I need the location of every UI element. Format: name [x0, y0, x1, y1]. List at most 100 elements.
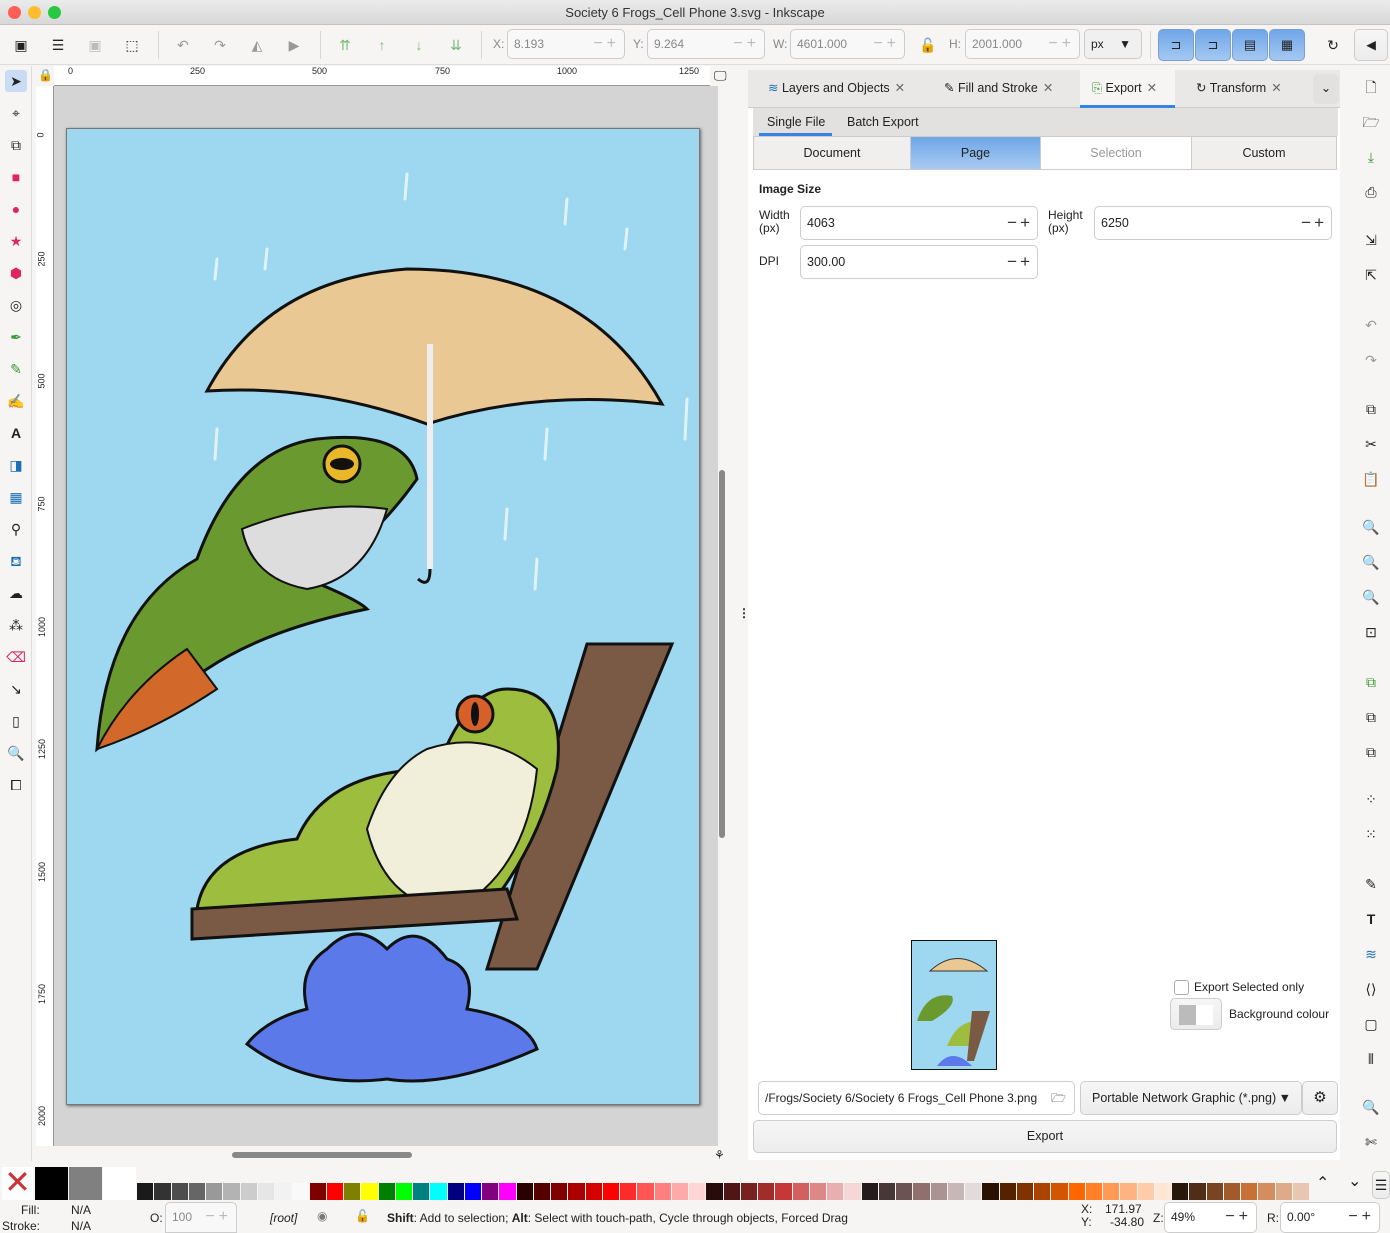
raise-icon[interactable]: ↑	[371, 34, 393, 56]
color-swatch[interactable]	[240, 1183, 257, 1200]
color-swatch[interactable]	[878, 1183, 895, 1200]
color-swatch[interactable]	[378, 1183, 395, 1200]
scale-corners-button[interactable]: ⊐	[1195, 29, 1231, 61]
tab-fill-and-stroke[interactable]: ✎ Fill and Stroke ✕	[944, 80, 1053, 95]
display-mode-icon[interactable]: 🖵	[714, 68, 727, 84]
node-tool-icon[interactable]: ⌖	[5, 102, 27, 124]
zoom-drawing-icon[interactable]: 🔍	[1360, 551, 1382, 573]
y-field[interactable]: 9.264 −+	[647, 29, 765, 59]
color-swatch[interactable]	[430, 1183, 447, 1200]
color-swatch[interactable]	[620, 1183, 637, 1200]
clone-icon[interactable]: ⧉	[1360, 706, 1382, 728]
spray-tool-icon[interactable]: ⁂	[5, 614, 27, 636]
ellipse-tool-icon[interactable]: ●	[5, 198, 27, 220]
rectangle-tool-icon[interactable]: ■	[5, 166, 27, 188]
area-page-button[interactable]: Page	[911, 137, 1041, 169]
duplicate-icon[interactable]: ⧉	[1360, 671, 1382, 693]
color-swatch[interactable]	[1068, 1183, 1085, 1200]
color-swatch[interactable]	[1085, 1183, 1102, 1200]
color-swatch[interactable]	[723, 1183, 740, 1200]
zoom-page-width-icon[interactable]: ⊡	[1360, 621, 1382, 643]
shape-builder-icon[interactable]: ⧉	[5, 134, 27, 156]
group-icon[interactable]: ⁘	[1360, 788, 1382, 810]
xml-editor-icon[interactable]: ⟨⟩	[1360, 978, 1382, 1000]
color-swatch[interactable]	[792, 1183, 809, 1200]
paint-bucket-tool-icon[interactable]: ⛾	[5, 550, 27, 572]
color-swatch[interactable]	[965, 1183, 982, 1200]
rotate-ccw-icon[interactable]: ↶	[172, 34, 194, 56]
deselect-icon[interactable]: ▣	[84, 34, 106, 56]
zoom-selection-icon[interactable]: 🔍	[1360, 516, 1382, 538]
color-swatch[interactable]	[913, 1183, 930, 1200]
rotation-field[interactable]: 0.00° −+	[1280, 1202, 1380, 1233]
color-swatch[interactable]	[326, 1183, 343, 1200]
no-paint-swatch[interactable]: ✕	[2, 1166, 33, 1200]
layers-icon[interactable]: ≋	[1360, 943, 1382, 965]
star-tool-icon[interactable]: ★	[5, 230, 27, 252]
swatch-black[interactable]	[35, 1167, 68, 1200]
color-swatch[interactable]	[775, 1183, 792, 1200]
color-swatch[interactable]	[1189, 1183, 1206, 1200]
tab-layers-and-objects[interactable]: ≋ Layers and Objects ✕	[768, 80, 905, 95]
snap-icon[interactable]: ↻	[1322, 34, 1344, 56]
color-swatch[interactable]	[137, 1183, 154, 1200]
color-swatch[interactable]	[344, 1183, 361, 1200]
save-icon[interactable]: ⤓	[1360, 146, 1382, 168]
color-swatch[interactable]	[309, 1183, 326, 1200]
symbols-icon[interactable]: ▢	[1360, 1013, 1382, 1035]
swatch-gray[interactable]	[69, 1167, 102, 1200]
color-swatch[interactable]	[257, 1183, 274, 1200]
transform-gradients-button[interactable]: ▤	[1232, 29, 1268, 61]
palette-menu-icon[interactable]: ☰	[1372, 1171, 1390, 1199]
color-swatch[interactable]	[223, 1183, 240, 1200]
opacity-field[interactable]: 100 −+	[165, 1202, 237, 1233]
find-replace-icon[interactable]: 🔍	[1360, 1096, 1382, 1118]
color-swatch[interactable]	[930, 1183, 947, 1200]
export-button[interactable]: Export	[753, 1120, 1337, 1153]
color-swatch[interactable]	[1034, 1183, 1051, 1200]
color-swatch[interactable]	[292, 1183, 309, 1200]
export-format-dropdown[interactable]: Portable Network Graphic (*.png) ▼	[1080, 1081, 1302, 1115]
align-distribute-icon[interactable]: ⫴	[1360, 1048, 1382, 1070]
eraser-tool-icon[interactable]: ⌫	[5, 646, 27, 668]
color-swatch[interactable]	[206, 1183, 223, 1200]
color-swatch[interactable]	[758, 1183, 775, 1200]
color-swatch[interactable]	[1275, 1183, 1292, 1200]
color-swatch[interactable]	[982, 1183, 999, 1200]
fill-value[interactable]: N/A	[71, 1203, 91, 1217]
tab-export[interactable]: ⎘ Export ✕	[1092, 80, 1157, 96]
export-height-field[interactable]: 6250 −+	[1094, 206, 1332, 240]
flip-horizontal-icon[interactable]: ◭	[246, 34, 268, 56]
unlink-clone-icon[interactable]: ⧉	[1360, 741, 1382, 763]
area-document-button[interactable]: Document	[754, 137, 911, 169]
color-swatch[interactable]	[654, 1183, 671, 1200]
flip-vertical-icon[interactable]: ▶	[283, 34, 305, 56]
tab-transform[interactable]: ↻ Transform ✕	[1196, 80, 1282, 95]
tab-single-file[interactable]: Single File	[767, 115, 825, 129]
color-swatch[interactable]	[740, 1183, 757, 1200]
copy-icon[interactable]: ⧉	[1360, 398, 1382, 420]
folder-open-icon[interactable]: 🗁	[1051, 1082, 1066, 1114]
spiral-tool-icon[interactable]: ◎	[5, 294, 27, 316]
color-swatch[interactable]	[533, 1183, 550, 1200]
scale-stroke-button[interactable]: ⊐	[1158, 29, 1194, 61]
height-field[interactable]: 2001.000 −+	[965, 29, 1080, 59]
color-swatch[interactable]	[1172, 1183, 1189, 1200]
zoom-field[interactable]: 49% −+	[1164, 1202, 1257, 1233]
color-swatch[interactable]	[827, 1183, 844, 1200]
paste-icon[interactable]: 📋	[1360, 468, 1382, 490]
color-swatch[interactable]	[1016, 1183, 1033, 1200]
minimize-window-button[interactable]	[28, 6, 41, 19]
pages-tool-icon[interactable]: ▯	[5, 710, 27, 732]
palette-scroll-up-icon[interactable]: ⌃	[1316, 1173, 1329, 1193]
ungroup-icon[interactable]: ⁙	[1360, 823, 1382, 845]
export-selected-only-checkbox[interactable]	[1174, 980, 1189, 995]
page-artwork[interactable]	[66, 128, 700, 1105]
color-swatch[interactable]	[637, 1183, 654, 1200]
area-custom-button[interactable]: Custom	[1192, 137, 1336, 169]
color-swatch[interactable]	[171, 1183, 188, 1200]
more-tabs-chevron-down-icon[interactable]: ⌄	[1313, 74, 1339, 104]
color-swatch[interactable]	[1258, 1183, 1275, 1200]
color-swatch[interactable]	[413, 1183, 430, 1200]
tweak-tool-icon[interactable]: ☁	[5, 582, 27, 604]
